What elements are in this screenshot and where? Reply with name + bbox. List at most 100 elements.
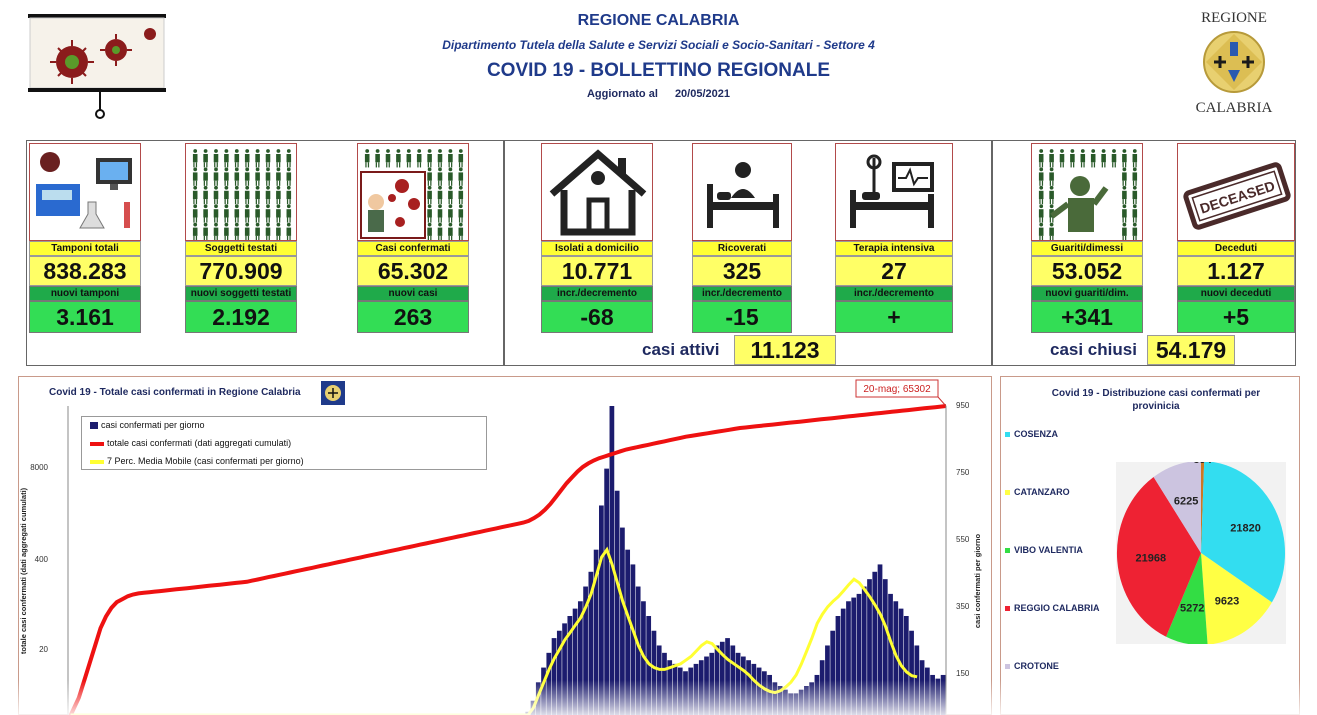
legend-swatch-daily — [90, 422, 98, 430]
person-figure — [437, 149, 443, 168]
person-figure — [244, 149, 250, 168]
stat-sub-label: nuovi soggetti testati — [185, 286, 297, 301]
right-tick-label: 750 — [956, 468, 970, 477]
active-cases-label: casi attivi — [642, 340, 720, 359]
stat-sub-value: 263 — [357, 301, 469, 333]
person-figure — [203, 149, 208, 168]
person-figure — [192, 149, 198, 168]
person-figure — [234, 222, 240, 240]
person-figure — [255, 167, 260, 186]
person-figure — [437, 204, 443, 223]
department-subtitle: Dipartimento Tutela della Salute e Servi… — [442, 38, 875, 52]
stat-casi-confermati: Casi confermati 65.302 nuovi casi 263 — [357, 143, 469, 333]
legend-swatch-cumulative — [90, 441, 104, 446]
stat-label: Casi confermati — [357, 241, 469, 256]
person-figure — [1122, 167, 1127, 186]
person-figure — [265, 204, 271, 223]
deceased-stamp-icon: DECEASED — [1177, 143, 1295, 241]
person-figure — [265, 149, 271, 168]
person-figure — [1049, 222, 1054, 240]
person-figure — [1122, 222, 1127, 240]
legend-swatch-moving-average — [90, 459, 104, 464]
pie-legend-label: CATANZARO — [1014, 487, 1070, 497]
region-coat-of-arms: REGIONE CALABRIA — [1180, 8, 1288, 120]
person-figure — [213, 167, 219, 186]
person-figure — [203, 204, 208, 223]
person-figure — [244, 204, 250, 223]
pie-legend-label: REGGIO CALABRIA — [1014, 603, 1100, 613]
person-figure — [375, 149, 380, 168]
stat-value: 325 — [692, 256, 792, 286]
person-figure — [427, 222, 432, 240]
infection-icon — [357, 143, 469, 241]
person-figure — [192, 222, 198, 240]
person-figure — [437, 167, 443, 186]
person-figure — [244, 167, 250, 186]
person-figure — [1132, 149, 1138, 168]
happy-person-icon — [1050, 176, 1109, 232]
pie-slice-label: 6225 — [1174, 495, 1198, 507]
person-figure — [437, 222, 443, 240]
person-figure — [1049, 149, 1054, 168]
person-figure — [458, 222, 464, 240]
legend-item-daily: casi confermati per giorno — [90, 420, 205, 430]
pie-legend-swatch — [1005, 548, 1010, 554]
left-tick-label: 400 — [35, 555, 49, 564]
coat-shield-icon — [1203, 31, 1265, 93]
person-figure — [427, 167, 432, 186]
hospital-bed-icon — [692, 143, 792, 241]
stat-label: Deceduti — [1177, 241, 1295, 256]
person-figure — [396, 149, 401, 168]
right-tick-label: 950 — [956, 401, 970, 410]
person-figure — [276, 149, 281, 168]
stat-sub-label: incr./decremento — [835, 286, 953, 301]
person-figure — [213, 222, 219, 240]
person-figure — [1132, 167, 1138, 186]
person-figure — [448, 185, 453, 205]
stat-sub-label: incr./decremento — [541, 286, 653, 301]
person-figure — [224, 149, 229, 168]
person-figure — [1122, 204, 1127, 223]
person-figure — [255, 222, 260, 240]
stat-label: Isolati a domicilio — [541, 241, 653, 256]
person-figure — [203, 185, 208, 205]
person-figure — [213, 204, 219, 223]
person-figure — [458, 167, 464, 186]
person-figure — [448, 222, 453, 240]
pie-legend-vibo: VIBO VALENTIA — [1005, 545, 1083, 555]
person-figure — [276, 204, 281, 223]
pie-legend-label: CROTONE — [1014, 661, 1059, 671]
person-figure — [458, 204, 464, 223]
left-tick-label: 20 — [39, 645, 48, 654]
person-figure — [1122, 185, 1127, 205]
coat-bottom-text: CALABRIA — [1195, 100, 1273, 116]
people-grid-icon — [185, 143, 297, 241]
person-figure — [1111, 149, 1117, 168]
stat-soggetti: Soggetti testati 770.909 nuovi soggetti … — [185, 143, 297, 333]
person-figure — [224, 204, 229, 223]
person-figure — [406, 149, 412, 168]
updated-line: Aggiornato al 20/05/2021 — [0, 88, 1317, 100]
stat-label: Ricoverati — [692, 241, 792, 256]
annotation-text: 20-mag; 65302 — [863, 384, 931, 395]
stat-guariti: Guariti/dimessi 53.052 nuovi guariti/dim… — [1031, 143, 1143, 333]
person-figure — [244, 222, 250, 240]
person-figure — [1132, 204, 1138, 223]
stat-value: 1.127 — [1177, 256, 1295, 286]
icu-bed-icon — [835, 143, 953, 241]
person-figure — [416, 149, 422, 168]
person-figure — [244, 185, 250, 205]
person-figure — [286, 222, 292, 240]
closed-cases-label: casi chiusi — [1050, 340, 1137, 359]
recovered-icon — [1031, 143, 1143, 241]
bottom-fade — [0, 680, 1317, 715]
person-figure — [427, 185, 432, 205]
legend-label-moving-average: 7 Perc. Media Mobile (casi confermati pe… — [107, 456, 304, 466]
person-figure — [192, 204, 198, 223]
pie-slice-label: 9623 — [1215, 595, 1239, 607]
person-figure — [448, 167, 453, 186]
pie-slice-label: 21968 — [1136, 553, 1167, 565]
stat-terapia-intensiva: Terapia intensiva 27 incr./decremento + — [835, 143, 953, 333]
right-tick-label: 350 — [956, 602, 970, 611]
updated-date: 20/05/2021 — [674, 88, 730, 100]
